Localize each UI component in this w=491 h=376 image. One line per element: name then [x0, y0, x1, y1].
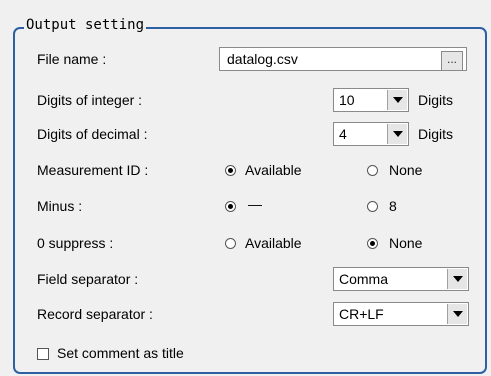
digits-integer-value: 10 — [339, 92, 355, 108]
browse-label: ... — [446, 52, 457, 66]
measurement-id-label: Measurement ID : — [37, 162, 149, 178]
measurement-id-none-radio[interactable] — [367, 165, 378, 176]
zero-suppress-available-radio[interactable] — [225, 238, 236, 249]
digits-decimal-label: Digits of decimal : — [37, 126, 148, 142]
chevron-down-icon[interactable] — [447, 304, 467, 324]
digits-integer-label: Digits of integer : — [37, 92, 143, 108]
field-separator-label: Field separator : — [37, 271, 139, 287]
record-separator-select[interactable]: CR+LF — [333, 302, 469, 326]
comment-title-label: Set comment as title — [57, 345, 184, 361]
minus-eight-radio[interactable] — [367, 201, 378, 212]
minus-dash-text: — — [248, 196, 262, 212]
field-separator-select[interactable]: Comma — [333, 267, 469, 291]
measurement-id-none-text: None — [389, 162, 423, 178]
minus-eight-text: 8 — [389, 198, 397, 214]
file-name-value: datalog.csv — [227, 51, 298, 67]
field-separator-value: Comma — [339, 271, 389, 287]
digits-integer-unit: Digits — [418, 92, 454, 108]
zero-suppress-none-text: None — [389, 235, 423, 251]
zero-suppress-none-radio[interactable] — [367, 238, 378, 249]
group-title: Output setting — [24, 17, 147, 33]
chevron-down-icon[interactable] — [447, 269, 467, 289]
zero-suppress-available-text: Available — [245, 235, 302, 251]
digits-integer-select[interactable]: 10 — [333, 88, 409, 112]
chevron-down-icon[interactable] — [387, 124, 407, 144]
record-separator-label: Record separator : — [37, 306, 153, 322]
comment-title-checkbox[interactable] — [37, 348, 49, 360]
minus-label: Minus : — [37, 198, 83, 214]
file-name-input[interactable]: datalog.csv — [219, 47, 467, 71]
digits-decimal-value: 4 — [339, 126, 347, 142]
measurement-id-available-text: Available — [245, 162, 302, 178]
digits-decimal-unit: Digits — [418, 126, 454, 142]
chevron-down-icon[interactable] — [387, 90, 407, 110]
record-separator-value: CR+LF — [339, 306, 384, 322]
browse-button[interactable]: ... — [441, 51, 463, 71]
minus-dash-radio[interactable] — [225, 201, 236, 212]
measurement-id-available-radio[interactable] — [225, 165, 236, 176]
file-name-label: File name : — [37, 51, 107, 67]
zero-suppress-label: 0 suppress : — [37, 235, 114, 251]
digits-decimal-select[interactable]: 4 — [333, 122, 409, 146]
output-setting-panel: Output setting File name : datalog.csv .… — [0, 0, 491, 376]
